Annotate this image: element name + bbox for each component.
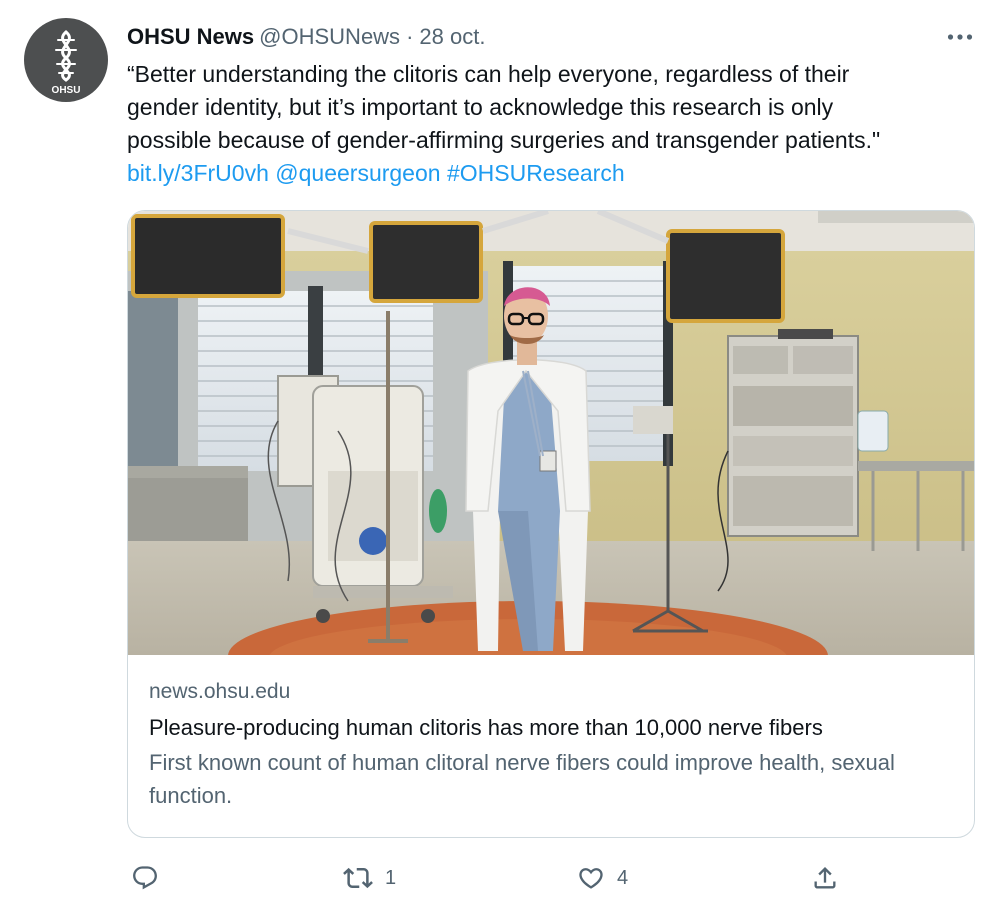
avatar[interactable]: OHSU: [24, 18, 108, 102]
reply-icon: [133, 866, 157, 890]
ohsu-logo-icon: OHSU: [52, 30, 81, 96]
operating-room-photo: [128, 211, 974, 655]
mention-link[interactable]: @queersurgeon: [275, 160, 440, 186]
more-icon: [947, 34, 973, 40]
tweet-text: “Better understanding the clitoris can h…: [127, 58, 977, 190]
like-count: 4: [617, 866, 629, 889]
hashtag-link[interactable]: #OHSUResearch: [447, 160, 625, 186]
share-button[interactable]: [811, 858, 839, 898]
card-domain: news.ohsu.edu: [149, 680, 291, 703]
tweet-text-line: possible because of gender-affirming sur…: [127, 127, 881, 153]
reply-button[interactable]: [131, 858, 171, 898]
handle[interactable]: @OHSUNews: [259, 22, 400, 52]
link-card[interactable]: news.ohsu.edu Pleasure-producing human c…: [127, 210, 975, 838]
display-name[interactable]: OHSU News: [127, 22, 254, 52]
retweet-count: 1: [385, 866, 397, 889]
like-icon: [579, 868, 603, 889]
tweet-header: OHSU News @OHSUNews · 28 oct.: [127, 22, 485, 52]
tweet[interactable]: OHSU OHSU News @OHSUNews · 28 oct. “Bett…: [0, 0, 1000, 908]
like-button[interactable]: 4: [577, 858, 628, 898]
short-link[interactable]: bit.ly/3FrU0vh: [127, 160, 269, 186]
tweet-text-line: “Better understanding the clitoris can h…: [127, 61, 850, 87]
card-body[interactable]: news.ohsu.edu Pleasure-producing human c…: [149, 677, 959, 812]
retweet-icon: [343, 867, 373, 889]
more-button[interactable]: [942, 22, 978, 52]
retweet-button[interactable]: 1: [343, 858, 396, 898]
timestamp[interactable]: 28 oct.: [419, 22, 485, 52]
share-icon: [814, 867, 836, 889]
action-bar: 1 4: [127, 858, 867, 898]
card-description: First known count of human clitoral nerv…: [149, 750, 895, 808]
card-image[interactable]: [128, 211, 974, 655]
card-title: Pleasure-producing human clitoris has mo…: [149, 715, 823, 740]
tweet-links-line: bit.ly/3FrU0vh @queersurgeon #OHSUResear…: [127, 157, 977, 190]
avatar-label: OHSU: [52, 85, 81, 96]
separator-dot: ·: [406, 24, 414, 49]
tweet-text-line: gender identity, but it’s important to a…: [127, 94, 834, 120]
